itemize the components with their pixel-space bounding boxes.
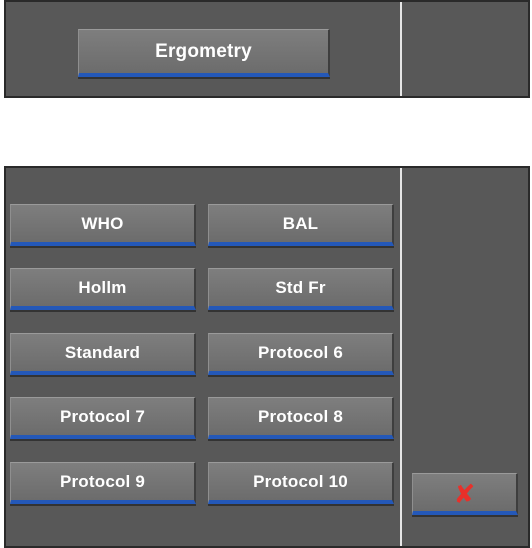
protocol-button-std-fr[interactable]: Std Fr — [208, 268, 394, 310]
protocol-button-label: Standard — [64, 342, 141, 362]
protocol-button-protocol-8[interactable]: Protocol 8 — [208, 397, 394, 439]
header-panel: Ergometry — [4, 0, 530, 98]
protocol-button-protocol-6[interactable]: Protocol 6 — [208, 333, 394, 375]
protocol-button-hollm[interactable]: Hollm — [10, 268, 196, 310]
protocol-button-label: BAL — [282, 213, 319, 233]
protocol-button-label: Std Fr — [275, 277, 326, 297]
protocol-button-label: Protocol 10 — [253, 471, 348, 491]
protocol-button-label: Hollm — [78, 277, 127, 297]
protocol-button-protocol-7[interactable]: Protocol 7 — [10, 397, 196, 439]
protocol-button-label: Protocol 7 — [59, 406, 146, 426]
protocol-button-label: Protocol 6 — [257, 342, 344, 362]
protocol-button-bal[interactable]: BAL — [208, 204, 394, 246]
close-x-icon: ✘ — [453, 478, 476, 509]
protocol-button-label: Protocol 8 — [257, 406, 344, 426]
protocol-button-standard[interactable]: Standard — [10, 333, 196, 375]
ergometry-button[interactable]: Ergometry — [78, 29, 330, 77]
close-button[interactable]: ✘ — [412, 473, 518, 515]
protocol-button-label: WHO — [81, 213, 124, 233]
protocol-panel: WHO BAL Hollm Std Fr Standard Protocol 6… — [4, 166, 530, 548]
protocol-button-who[interactable]: WHO — [10, 204, 196, 246]
header-divider — [400, 2, 402, 96]
protocol-button-protocol-10[interactable]: Protocol 10 — [208, 462, 394, 504]
protocol-button-label: Protocol 9 — [59, 471, 146, 491]
ergometry-button-label: Ergometry — [155, 40, 252, 62]
protocol-divider — [400, 168, 402, 546]
protocol-button-protocol-9[interactable]: Protocol 9 — [10, 462, 196, 504]
